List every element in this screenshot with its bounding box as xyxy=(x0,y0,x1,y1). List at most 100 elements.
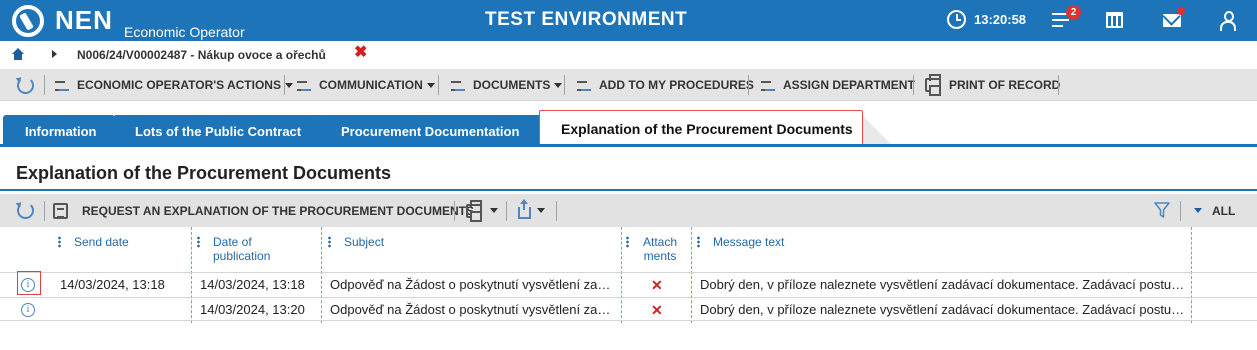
send-date-cell: 14/03/2024, 13:18 xyxy=(60,277,165,292)
tab-label: Information xyxy=(25,124,97,139)
subject-cell: Odpověď na Žádost o poskytnutí vysvětlen… xyxy=(330,277,614,292)
column-drag-handle-icon[interactable] xyxy=(197,236,200,248)
grid-print-menu[interactable] xyxy=(466,194,498,227)
economic-operator-actions-menu[interactable]: ECONOMIC OPERATOR'S ACTIONS xyxy=(55,69,293,101)
caret-down-icon xyxy=(1194,208,1202,213)
send-date-cell xyxy=(60,298,188,322)
column-subject[interactable]: Subject xyxy=(328,227,618,272)
home-icon[interactable] xyxy=(12,48,24,60)
grid-export-menu[interactable] xyxy=(518,194,545,227)
procedure-tabs: Information Lots of the Public Contract … xyxy=(0,101,1257,146)
column-drag-handle-icon[interactable] xyxy=(58,236,61,248)
action-list-icon xyxy=(761,79,775,92)
menu-label: COMMUNICATION xyxy=(319,78,423,92)
tab-label: Procurement Documentation xyxy=(341,124,520,139)
mail-icon[interactable] xyxy=(1163,14,1181,27)
button-label: ADD TO MY PROCEDURES xyxy=(599,78,754,92)
refresh-icon xyxy=(17,76,34,94)
divider xyxy=(438,75,439,95)
subject-cell: Odpověď na Žádost o poskytnutí vysvětlen… xyxy=(330,302,614,317)
column-drag-handle-icon[interactable] xyxy=(626,236,629,248)
divider xyxy=(506,201,507,221)
menu-label: ECONOMIC OPERATOR'S ACTIONS xyxy=(77,78,281,92)
tab-explanation[interactable]: Explanation of the Procurement Documents xyxy=(539,110,863,146)
environment-title: TEST ENVIRONMENT xyxy=(485,9,688,30)
action-list-icon xyxy=(55,79,69,92)
logo-subtitle: Economic Operator xyxy=(124,24,245,40)
publication-date-cell: 14/03/2024, 13:18 xyxy=(200,277,305,292)
clock-icon xyxy=(947,10,966,29)
action-list-icon xyxy=(451,79,465,92)
column-label: Send date xyxy=(74,235,129,249)
print-of-record-button[interactable]: PRINT OF RECORD xyxy=(925,69,1060,101)
refresh-icon xyxy=(17,202,34,219)
grid-refresh-button[interactable] xyxy=(17,194,34,227)
column-label: Message text xyxy=(713,235,785,249)
session-time: 13:20:58 xyxy=(974,12,1027,27)
breadcrumb-procedure[interactable]: N006/24/V00002487 - Nákup ovoce a ořechů xyxy=(77,48,326,62)
caret-down-icon xyxy=(490,208,498,213)
message-cell: Dobrý den, v příloze naleznete vysvětlen… xyxy=(700,302,1186,317)
button-label: REQUEST AN EXPLANATION OF THE PROCUREMEN… xyxy=(82,203,475,218)
divider xyxy=(44,75,45,95)
button-label: ASSIGN DEPARTMENT xyxy=(783,78,915,92)
column-publication-date[interactable]: Date of publication xyxy=(197,227,317,272)
caret-down-icon xyxy=(537,208,545,213)
divider xyxy=(556,201,557,221)
logo-text[interactable]: NEN xyxy=(55,5,113,36)
calendar-icon[interactable] xyxy=(1106,12,1123,28)
no-attachment-icon: ✕ xyxy=(651,277,663,293)
filter-icon[interactable] xyxy=(1154,202,1170,219)
column-message-text[interactable]: Message text xyxy=(697,227,1187,272)
communication-menu[interactable]: COMMUNICATION xyxy=(297,69,435,101)
divider xyxy=(913,75,914,95)
user-icon[interactable] xyxy=(1220,11,1236,31)
table-row[interactable]: i 14/03/2024, 13:20 Odpověď na Žádost o … xyxy=(0,297,1257,321)
caret-down-icon xyxy=(284,82,293,88)
table-row[interactable]: i 14/03/2024, 13:18 14/03/2024, 13:18 Od… xyxy=(0,272,1257,296)
action-list-icon xyxy=(297,79,311,92)
chevron-right-icon xyxy=(52,50,57,58)
divider xyxy=(564,75,565,95)
procedure-toolbar: ECONOMIC OPERATOR'S ACTIONS COMMUNICATIO… xyxy=(0,69,1257,101)
tab-lots[interactable]: Lots of the Public Contract xyxy=(113,115,321,145)
documents-menu[interactable]: DOCUMENTS xyxy=(451,69,563,101)
export-icon xyxy=(518,198,531,219)
divider xyxy=(284,75,285,95)
no-attachment-icon: ✕ xyxy=(651,302,663,318)
column-label: Attach ments xyxy=(642,235,678,263)
breadcrumb: N006/24/V00002487 - Nákup ovoce a ořechů… xyxy=(0,41,1257,68)
mail-unread-dot xyxy=(1177,7,1185,15)
column-label: Subject xyxy=(344,235,385,249)
info-icon[interactable]: i xyxy=(21,303,35,317)
caret-down-icon xyxy=(426,82,435,88)
column-attachments[interactable]: Attach ments xyxy=(626,227,686,272)
tab-label: Explanation of the Procurement Documents xyxy=(561,121,853,137)
action-list-icon xyxy=(577,79,591,92)
column-drag-handle-icon[interactable] xyxy=(697,236,700,248)
top-header: NEN Economic Operator TEST ENVIRONMENT 1… xyxy=(0,0,1257,41)
section-divider xyxy=(0,189,1257,191)
divider xyxy=(1180,201,1181,221)
assign-department-button[interactable]: ASSIGN DEPARTMENT xyxy=(761,69,915,101)
column-send-date[interactable]: Send date xyxy=(58,227,188,272)
menu-label: DOCUMENTS xyxy=(473,78,551,92)
highlight-box xyxy=(17,271,41,295)
add-to-my-procedures-button[interactable]: ADD TO MY PROCEDURES xyxy=(577,69,754,101)
column-drag-handle-icon[interactable] xyxy=(328,236,331,248)
refresh-button[interactable] xyxy=(17,69,34,101)
printer-icon xyxy=(466,199,482,222)
tab-procurement-documentation[interactable]: Procurement Documentation xyxy=(319,115,540,145)
tab-information[interactable]: Information xyxy=(3,115,113,145)
divider xyxy=(454,201,455,221)
caret-down-icon xyxy=(554,82,563,88)
document-list-icon xyxy=(53,202,68,219)
request-explanation-button[interactable]: REQUEST AN EXPLANATION OF THE PROCUREMEN… xyxy=(53,194,474,227)
tab-edge xyxy=(862,115,892,145)
filter-all-dropdown[interactable]: ALL xyxy=(1194,194,1235,227)
close-icon[interactable]: ✖ xyxy=(354,45,367,61)
publication-date-cell: 14/03/2024, 13:20 xyxy=(200,302,305,317)
grid-toolbar: REQUEST AN EXPLANATION OF THE PROCUREMEN… xyxy=(0,194,1257,227)
nen-logo-icon[interactable] xyxy=(12,5,44,37)
divider xyxy=(748,75,749,95)
